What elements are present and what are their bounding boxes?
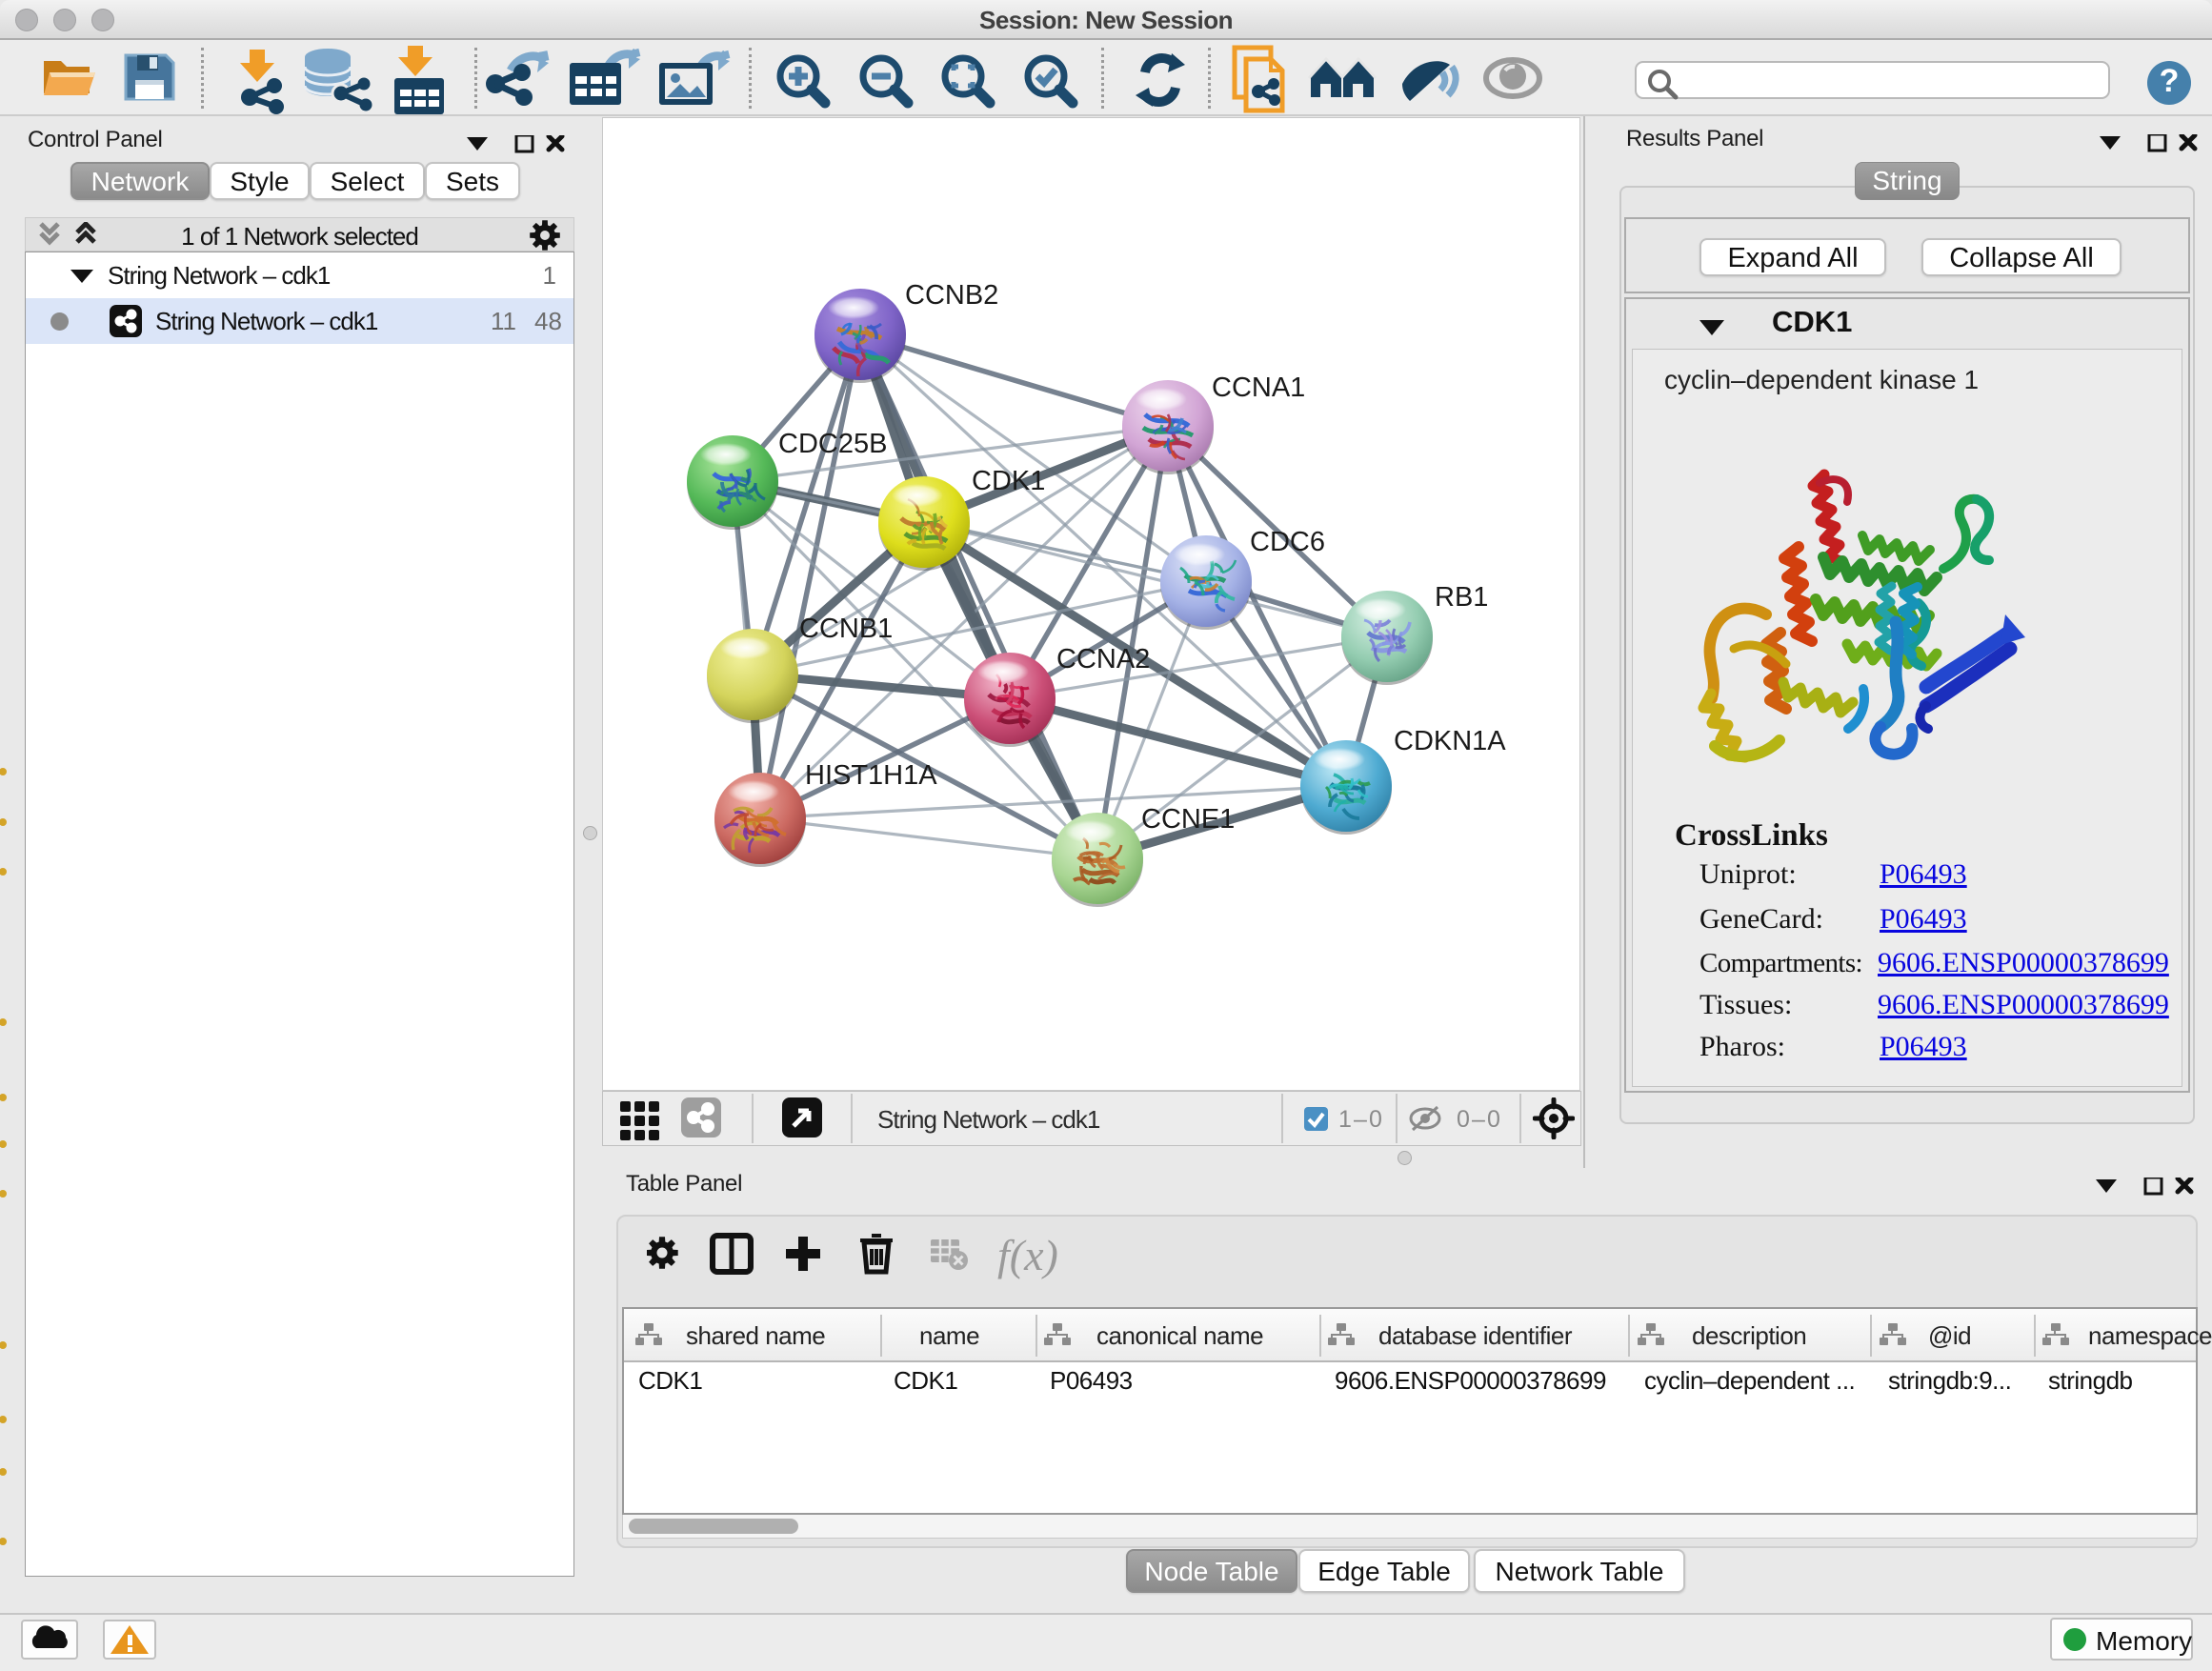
svg-text:CCNB2: CCNB2	[905, 280, 998, 311]
svg-text:CCNB1: CCNB1	[799, 614, 893, 644]
svg-text:f(x): f(x)	[997, 1231, 1058, 1279]
svg-text:CDC25B: CDC25B	[778, 429, 887, 459]
svg-text:CDKN1A: CDKN1A	[1394, 726, 1506, 756]
svg-text:CDC6: CDC6	[1250, 527, 1325, 557]
svg-text:HIST1H1A: HIST1H1A	[805, 760, 937, 791]
svg-text:RB1: RB1	[1435, 582, 1488, 613]
svg-text:CDK1: CDK1	[972, 466, 1045, 496]
svg-text:CCNE1: CCNE1	[1141, 804, 1235, 835]
svg-text:CCNA1: CCNA1	[1212, 372, 1305, 403]
svg-text:CCNA2: CCNA2	[1056, 644, 1150, 674]
